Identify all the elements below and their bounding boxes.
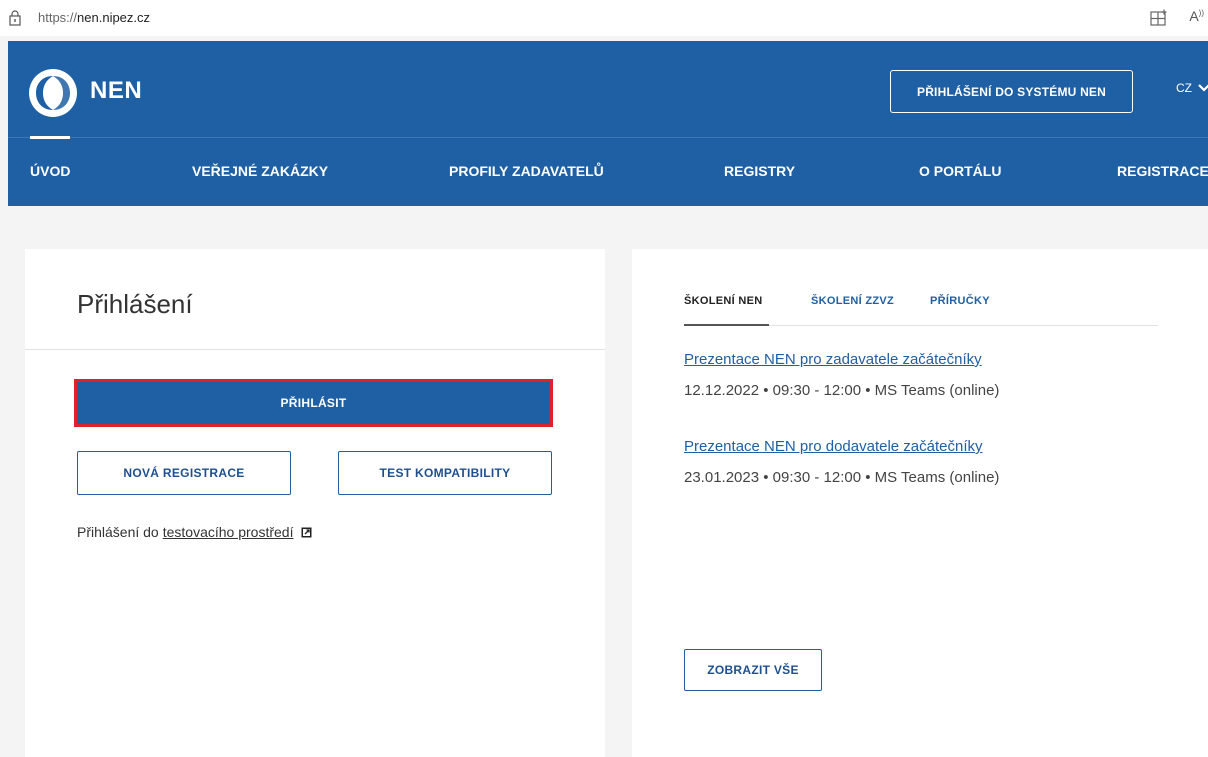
login-card: Přihlášení PŘIHLÁSIT NOVÁ REGISTRACE TES…: [25, 249, 605, 757]
training-card: ŠKOLENÍ NEN ŠKOLENÍ ZZVZ PŘÍRUČKY Prezen…: [632, 249, 1208, 757]
nav-item-uvod[interactable]: ÚVOD: [30, 163, 70, 179]
tab-skoleni-nen[interactable]: ŠKOLENÍ NEN: [684, 295, 762, 307]
card-divider: [25, 349, 605, 350]
event-item: Prezentace NEN pro zadavatele začátečník…: [684, 351, 999, 399]
show-all-button[interactable]: ZOBRAZIT VŠE: [684, 649, 822, 691]
test-env-link[interactable]: testovacího prostředí: [163, 524, 294, 540]
event-title-link[interactable]: Prezentace NEN pro dodavatele začátečník…: [684, 438, 999, 455]
event-meta: 23.01.2023 • 09:30 - 12:00 • MS Teams (o…: [684, 469, 1000, 486]
login-button[interactable]: PŘIHLÁSIT: [77, 382, 550, 424]
read-aloud-icon[interactable]: A)): [1189, 8, 1204, 24]
event-title-link[interactable]: Prezentace NEN pro zadavatele začátečník…: [684, 351, 999, 368]
nav-item-registrace[interactable]: REGISTRACE: [1117, 163, 1208, 179]
nen-logo-icon[interactable]: [26, 66, 80, 120]
browser-address-bar: https://nen.nipez.cz A)): [0, 0, 1208, 36]
nav-item-verejne-zakazky[interactable]: VEŘEJNÉ ZAKÁZKY: [192, 163, 328, 179]
test-env-prefix: Přihlášení do: [77, 524, 159, 540]
tab-prirucky[interactable]: PŘÍRUČKY: [930, 295, 990, 307]
url-field[interactable]: https://nen.nipez.cz: [38, 10, 150, 25]
event-meta: 12.12.2022 • 09:30 - 12:00 • MS Teams (o…: [684, 382, 1000, 399]
test-environment-line: Přihlášení do testovacího prostředí: [77, 524, 312, 540]
main-nav: ÚVOD VEŘEJNÉ ZAKÁZKY PROFILY ZADAVATELŮ …: [8, 138, 1208, 206]
training-tabs: ŠKOLENÍ NEN ŠKOLENÍ ZZVZ PŘÍRUČKY: [684, 295, 1158, 326]
nav-item-profily-zadavatelu[interactable]: PROFILY ZADAVATELŮ: [449, 163, 604, 179]
site-header: NEN PŘIHLÁŠENÍ DO SYSTÉMU NEN CZ ÚVOD VE…: [8, 41, 1208, 206]
chevron-down-icon: [1198, 84, 1208, 92]
url-scheme: https://: [38, 10, 78, 25]
language-label: CZ: [1176, 81, 1192, 95]
compatibility-test-button[interactable]: TEST KOMPATIBILITY: [338, 451, 552, 495]
login-title: Přihlášení: [77, 289, 193, 319]
new-registration-button[interactable]: NOVÁ REGISTRACE: [77, 451, 291, 495]
tab-skoleni-zzvz[interactable]: ŠKOLENÍ ZZVZ: [811, 295, 894, 307]
language-selector[interactable]: CZ: [1176, 81, 1208, 95]
app-available-icon[interactable]: [1150, 9, 1168, 27]
read-aloud-label: A: [1189, 8, 1199, 24]
nav-item-o-portalu[interactable]: O PORTÁLU: [919, 163, 1001, 179]
login-system-button[interactable]: PŘIHLÁŠENÍ DO SYSTÉMU NEN: [890, 70, 1133, 113]
login-button-highlight: PŘIHLÁSIT: [74, 379, 553, 427]
nav-item-registry[interactable]: REGISTRY: [724, 163, 795, 179]
event-item: Prezentace NEN pro dodavatele začátečník…: [684, 438, 999, 486]
active-tab-underline: [684, 324, 769, 326]
brand-name[interactable]: NEN: [90, 77, 142, 105]
external-link-icon: [301, 527, 312, 537]
lock-icon: [9, 10, 21, 26]
url-host: nen.nipez.cz: [77, 10, 151, 25]
